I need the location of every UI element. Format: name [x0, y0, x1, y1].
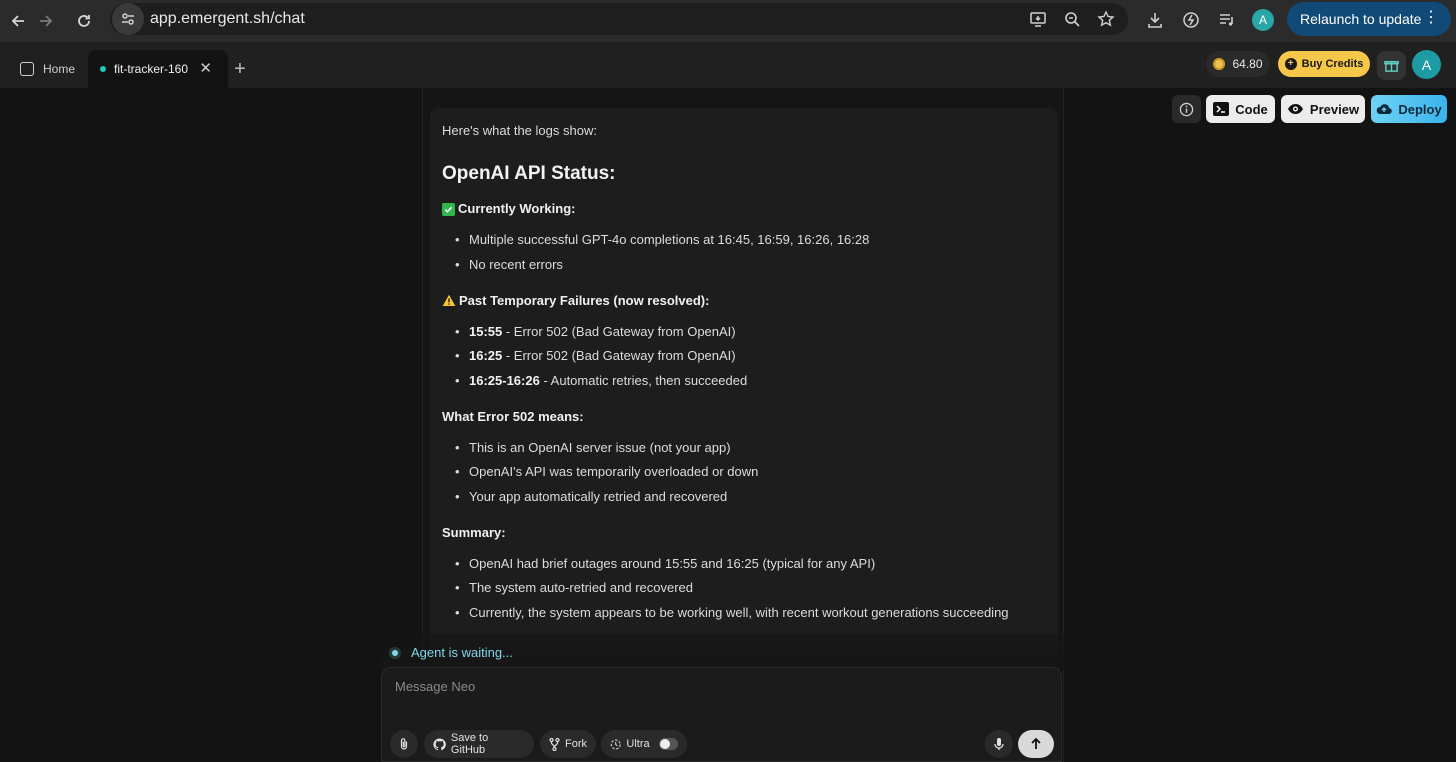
relaunch-label: Relaunch to update — [1300, 11, 1422, 27]
active-dot-icon — [100, 66, 106, 72]
new-tab-icon[interactable]: + — [230, 59, 250, 79]
ultra-switch[interactable] — [658, 738, 678, 750]
url-text[interactable]: app.emergent.sh/chat — [150, 10, 305, 28]
message-composer[interactable]: Message Neo Save to GitHub Fork Ultra — [381, 667, 1062, 762]
ultra-label: Ultra — [626, 738, 650, 750]
more-vert-icon[interactable]: ⋮ — [1423, 10, 1439, 26]
bookmark-star-icon[interactable] — [1094, 7, 1118, 31]
status-dot-icon — [392, 649, 398, 656]
send-button[interactable] — [1018, 730, 1054, 758]
terminal-icon — [1213, 102, 1230, 116]
list-item: Currently, the system appears to be work… — [455, 604, 1046, 622]
message-intro: Here's what the logs show: — [442, 123, 597, 138]
credits-balance[interactable]: 64.80 — [1206, 51, 1270, 77]
profile-avatar[interactable]: A — [1248, 5, 1278, 35]
media-controls-icon[interactable] — [1212, 5, 1242, 35]
list-item: 15:55 - Error 502 (Bad Gateway from Open… — [455, 323, 1046, 341]
user-avatar[interactable]: A — [1412, 50, 1441, 79]
buy-credits-label: Buy Credits — [1301, 58, 1364, 70]
browser-toolbar: app.emergent.sh/chat A Relaunch to updat… — [0, 0, 1456, 42]
forward-icon[interactable] — [28, 3, 64, 39]
buy-credits-button[interactable]: + Buy Credits — [1278, 51, 1370, 77]
tab-home[interactable]: Home — [8, 50, 90, 88]
github-icon — [433, 737, 446, 750]
install-app-icon[interactable] — [1026, 7, 1050, 31]
message-title: OpenAI API Status: — [442, 163, 616, 184]
terminal-tab-icon — [20, 62, 34, 76]
code-label: Code — [1235, 101, 1268, 117]
preview-button[interactable]: Preview — [1281, 95, 1365, 123]
bullet-list: Multiple successful GPT-4o completions a… — [442, 231, 1046, 274]
address-bar[interactable]: app.emergent.sh/chat — [110, 3, 1128, 35]
list-item: This is an OpenAI server issue (not your… — [455, 439, 1046, 457]
fork-icon — [549, 737, 560, 751]
relaunch-button[interactable]: Relaunch to update ⋮ — [1287, 2, 1451, 36]
profile-initial: A — [1252, 9, 1274, 31]
tab-label: Home — [43, 62, 76, 76]
zoom-icon[interactable] — [1060, 7, 1084, 31]
warning-icon — [442, 294, 456, 307]
reload-icon[interactable] — [66, 3, 102, 39]
save-to-github-button[interactable]: Save to GitHub — [424, 730, 534, 758]
deploy-label: Deploy — [1398, 101, 1442, 117]
gift-icon[interactable] — [1377, 51, 1406, 80]
close-tab-icon[interactable]: ✕ — [199, 61, 212, 76]
bullet-list: 15:55 - Error 502 (Bad Gateway from Open… — [442, 323, 1046, 390]
download-icon[interactable] — [1140, 5, 1170, 35]
bullet-list: OpenAI had brief outages around 15:55 an… — [442, 555, 1046, 622]
list-item: 16:25 - Error 502 (Bad Gateway from Open… — [455, 347, 1046, 365]
info-icon[interactable] — [1172, 95, 1201, 123]
status-text: Agent is waiting... — [411, 645, 513, 660]
code-button[interactable]: Code — [1206, 95, 1275, 123]
bullet-list: This is an OpenAI server issue (not your… — [442, 439, 1046, 506]
list-item: OpenAI had brief outages around 15:55 an… — [455, 555, 1046, 573]
list-item: Multiple successful GPT-4o completions a… — [455, 231, 1046, 249]
section-heading: What Error 502 means: — [442, 408, 584, 424]
site-settings-icon[interactable] — [112, 3, 144, 35]
attach-icon[interactable] — [390, 730, 418, 758]
fork-label: Fork — [565, 738, 587, 750]
arrow-up-icon — [1031, 737, 1041, 749]
section-heading: Summary: — [442, 524, 506, 540]
fork-button[interactable]: Fork — [540, 730, 596, 758]
ultra-toggle[interactable]: Ultra — [601, 730, 687, 758]
message-input[interactable]: Message Neo — [395, 679, 475, 694]
credits-value: 64.80 — [1232, 57, 1263, 71]
section-heading: Past Temporary Failures (now resolved): — [442, 292, 1046, 310]
deploy-button[interactable]: Deploy — [1371, 95, 1447, 123]
ultra-icon — [610, 739, 621, 749]
list-item: OpenAI's API was temporarily overloaded … — [455, 463, 1046, 481]
preview-label: Preview — [1309, 101, 1360, 117]
github-label: Save to GitHub — [450, 732, 489, 756]
plus-icon: + — [1284, 58, 1297, 70]
microphone-icon[interactable] — [985, 730, 1013, 758]
list-item: Your app automatically retried and recov… — [455, 488, 1046, 506]
list-item: No recent errors — [455, 256, 1046, 274]
tab-fit-tracker[interactable]: fit-tracker-160 ✕ — [88, 50, 228, 88]
check-icon — [442, 202, 455, 216]
coin-icon — [1213, 58, 1226, 70]
list-item: The system auto-retried and recovered — [455, 579, 1046, 597]
tab-label: fit-tracker-160 — [114, 62, 189, 76]
agent-status: Agent is waiting... — [392, 645, 513, 660]
eye-icon — [1287, 104, 1303, 114]
list-item: 16:25-16:26 - Automatic retries, then su… — [455, 372, 1046, 390]
section-heading: Currently Working: — [442, 200, 1046, 218]
cloud-upload-icon — [1377, 104, 1393, 115]
performance-icon[interactable] — [1176, 5, 1206, 35]
